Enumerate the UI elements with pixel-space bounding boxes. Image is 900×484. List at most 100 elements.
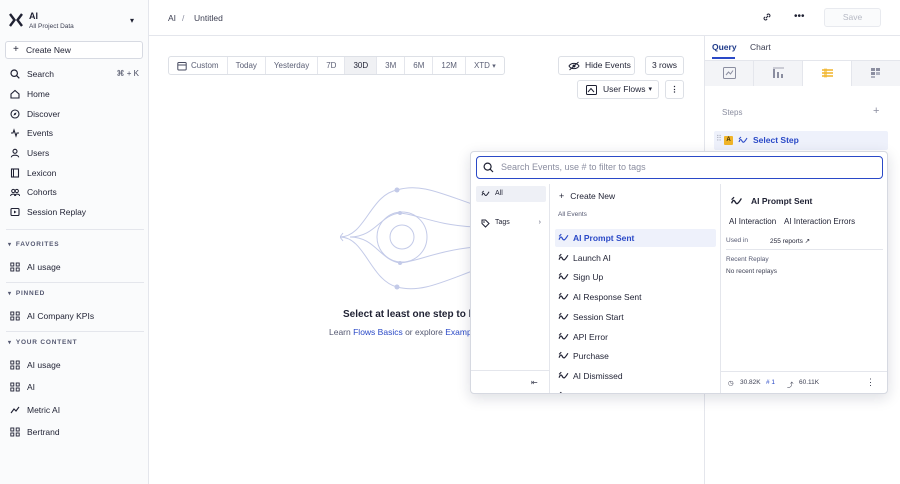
date-range-7d[interactable]: 7D — [318, 57, 346, 74]
recent-replay-label: Recent Replay — [726, 256, 769, 263]
date-range-30d[interactable]: 30D — [345, 57, 378, 74]
empty-state-title: Select at least one step to beg — [343, 309, 487, 320]
event-item[interactable]: User Feedback — [555, 387, 716, 393]
create-new-button[interactable]: + Create New — [5, 41, 143, 59]
drag-handle-icon[interactable]: ⠿ — [716, 134, 722, 143]
breadcrumb-root[interactable]: AI — [168, 13, 176, 23]
home-icon — [10, 89, 20, 99]
report-type-insights[interactable] — [705, 61, 754, 86]
divider — [6, 282, 144, 283]
pinned-section-toggle[interactable]: ▾ PINNED — [8, 290, 45, 297]
sidebar-item-home[interactable]: Home — [6, 86, 144, 102]
eye-off-icon — [568, 61, 580, 71]
event-search-field[interactable] — [476, 156, 883, 179]
pinned-item[interactable]: AI Company KPIs — [6, 308, 144, 324]
event-tag[interactable]: AI Interaction — [729, 217, 776, 226]
content-item[interactable]: Metric AI — [6, 402, 144, 418]
rows-count-button[interactable]: 3 rows — [645, 56, 684, 75]
tag-icon — [481, 219, 490, 228]
kebab-menu-icon[interactable]: ⋮ — [665, 80, 684, 99]
create-new-label: Create New — [26, 45, 71, 55]
metric-icon — [10, 406, 20, 414]
event-item[interactable]: Session Start — [555, 308, 716, 326]
select-step-row[interactable]: ⠿ A Select Step — [714, 131, 888, 150]
project-switcher[interactable]: AI All Project Data ▾ — [8, 10, 142, 34]
chevron-down-icon: ▾ — [130, 16, 135, 25]
event-tag[interactable]: AI Interaction Errors — [784, 217, 855, 226]
date-range-xtd[interactable]: XTD ▾ — [466, 57, 504, 74]
used-in-label: Used in — [726, 237, 749, 244]
board-icon — [10, 427, 20, 437]
events-icon — [11, 128, 19, 138]
sidebar-item-cohorts[interactable]: Cohorts — [6, 184, 144, 200]
create-new-event-button[interactable]: + Create New — [559, 191, 615, 201]
event-item[interactable]: Sign Up — [555, 268, 716, 286]
event-item-label: AI Response Sent — [573, 292, 642, 303]
event-item[interactable]: AI Dismissed — [555, 367, 716, 385]
reports-link[interactable]: 255 reports ↗ — [770, 237, 810, 245]
event-section-header: All Events — [558, 211, 587, 218]
empty-state-or: or explore — [402, 327, 446, 337]
search-icon — [483, 162, 494, 173]
event-item[interactable]: AI Prompt Sent — [555, 229, 716, 247]
date-range-custom[interactable]: Custom — [169, 57, 228, 74]
date-range-3m[interactable]: 3M — [377, 57, 406, 74]
event-icon — [558, 233, 569, 241]
sidebar: AI All Project Data ▾ + Create New Searc… — [0, 0, 149, 484]
funnels-icon — [773, 67, 784, 78]
plus-icon: + — [559, 191, 565, 201]
event-item[interactable]: Launch AI — [555, 249, 716, 267]
favorites-section-toggle[interactable]: ▾ FAVORITES — [8, 241, 59, 248]
sidebar-item-search[interactable]: Search ⌘ + K — [6, 66, 144, 82]
collapse-panel-icon[interactable]: ⇤ — [531, 378, 538, 387]
kebab-menu-icon[interactable]: ⋮ — [866, 377, 875, 388]
date-range-12m[interactable]: 12M — [433, 57, 466, 74]
content-item[interactable]: AI — [6, 379, 144, 395]
event-item[interactable]: AI Response Sent — [555, 288, 716, 306]
retention-icon — [871, 68, 880, 78]
sidebar-item-events[interactable]: Events — [6, 125, 144, 141]
plus-icon: + — [13, 44, 19, 55]
event-item[interactable]: API Error — [555, 328, 716, 346]
tab-query[interactable]: Query — [712, 42, 737, 52]
favorite-item[interactable]: AI usage — [6, 259, 144, 275]
board-icon — [10, 382, 20, 392]
event-item[interactable]: Purchase — [555, 347, 716, 365]
flows-basics-link[interactable]: Flows Basics — [353, 327, 403, 337]
link-icon[interactable] — [762, 12, 772, 22]
content-item[interactable]: Bertrand — [6, 424, 144, 440]
more-options-icon[interactable]: ••• — [794, 11, 805, 22]
select-step-label: Select Step — [753, 135, 799, 145]
your-content-section-toggle[interactable]: ▾ YOUR CONTENT — [8, 339, 77, 346]
date-range-6m[interactable]: 6M — [405, 57, 434, 74]
sidebar-item-users[interactable]: Users — [6, 145, 144, 161]
step-badge: A — [724, 136, 733, 145]
sidebar-item-label: Home — [27, 89, 50, 99]
calendar-icon — [177, 61, 187, 71]
event-icon — [558, 351, 569, 359]
sidebar-item-session-replay[interactable]: Session Replay — [6, 204, 144, 220]
report-type-flows[interactable] — [803, 61, 852, 86]
date-range-today[interactable]: Today — [228, 57, 266, 74]
sidebar-item-label: Search — [27, 69, 54, 79]
report-type-retention[interactable] — [852, 61, 900, 86]
content-item[interactable]: AI usage — [6, 357, 144, 373]
report-type-funnels[interactable] — [754, 61, 803, 86]
event-search-input[interactable] — [501, 160, 876, 174]
save-button[interactable]: Save — [824, 8, 881, 27]
flow-type-label: User Flows — [603, 84, 646, 94]
sidebar-item-label: Events — [27, 128, 53, 138]
event-item-label: Purchase — [573, 351, 609, 362]
hide-events-button[interactable]: Hide Events — [558, 56, 635, 75]
category-all[interactable]: All — [476, 186, 546, 202]
sidebar-item-lexicon[interactable]: Lexicon — [6, 165, 144, 181]
add-step-icon[interactable]: + — [873, 105, 879, 117]
date-range-yesterday[interactable]: Yesterday — [266, 57, 319, 74]
flow-type-dropdown[interactable]: User Flows ▾ — [577, 80, 659, 99]
event-item-label: AI Prompt Sent — [573, 233, 635, 243]
category-tags[interactable]: Tags › — [476, 215, 546, 231]
chevron-down-icon: ▾ — [492, 63, 496, 70]
report-title[interactable]: Untitled — [194, 13, 223, 23]
tab-chart[interactable]: Chart — [750, 42, 771, 52]
sidebar-item-discover[interactable]: Discover — [6, 106, 144, 122]
